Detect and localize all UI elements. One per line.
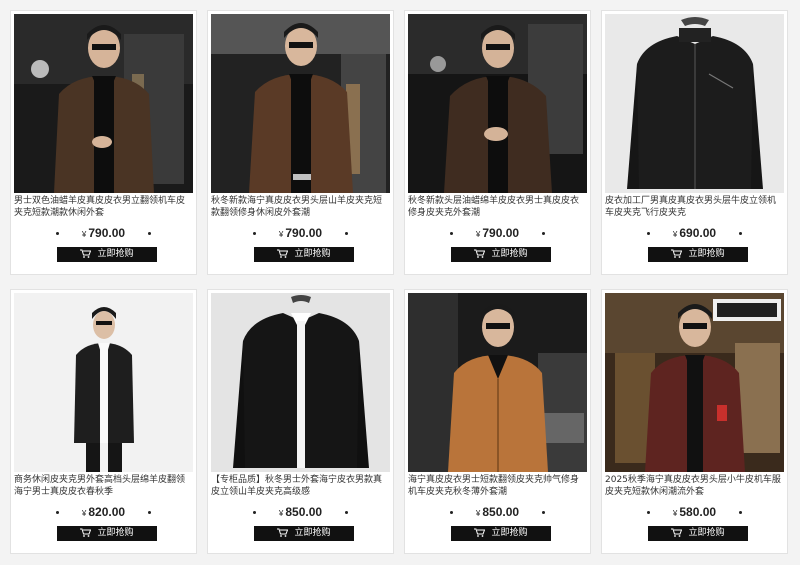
cart-icon xyxy=(474,528,486,537)
buy-now-button[interactable]: 立即抢购 xyxy=(254,526,354,541)
product-image[interactable] xyxy=(408,14,587,193)
cart-icon xyxy=(80,249,92,258)
bullet-dot xyxy=(542,511,545,514)
product-image[interactable] xyxy=(408,293,587,472)
product-card[interactable]: 商务休闲皮夹克男外套高档头层绵羊皮翻领海宁男士真皮皮衣春秋季 ¥820.00 立… xyxy=(10,289,197,554)
price-value: 790.00 xyxy=(482,226,520,240)
buy-now-label: 立即抢购 xyxy=(491,528,528,538)
currency-symbol: ¥ xyxy=(278,509,284,518)
bullet-dot xyxy=(739,511,742,514)
product-title[interactable]: 皮衣加工厂男真皮真皮衣男头层牛皮立领机车皮夹克飞行皮夹克 xyxy=(605,195,784,219)
currency-symbol: ¥ xyxy=(475,230,481,239)
product-price: ¥790.00 xyxy=(11,226,196,240)
cart-icon xyxy=(277,249,289,258)
product-image[interactable] xyxy=(211,14,390,193)
product-card[interactable]: 皮衣加工厂男真皮真皮衣男头层牛皮立领机车皮夹克飞行皮夹克 ¥690.00 立即抢… xyxy=(601,10,788,275)
product-image[interactable] xyxy=(211,293,390,472)
product-price: ¥850.00 xyxy=(405,505,590,519)
product-card[interactable]: 秋冬新款头层油蜡绵羊皮皮衣男士真皮皮衣修身皮夹克外套潮 ¥790.00 立即抢购 xyxy=(404,10,591,275)
price-value: 850.00 xyxy=(285,505,323,519)
buy-now-label: 立即抢购 xyxy=(688,528,725,538)
product-price: ¥790.00 xyxy=(405,226,590,240)
leather-jacket-photo xyxy=(408,14,587,193)
product-price: ¥790.00 xyxy=(208,226,393,240)
product-card[interactable]: 男士双色油蜡羊皮真皮皮衣男立翻领机车皮夹克短款潮款休闲外套 ¥790.00 立即… xyxy=(10,10,197,275)
buy-now-label: 立即抢购 xyxy=(97,249,134,259)
product-title[interactable]: 秋冬新款海宁真皮皮衣男头层山羊皮夹克短款翻领修身休闲皮外套潮 xyxy=(211,195,390,219)
bullet-dot xyxy=(345,232,348,235)
product-card[interactable]: 2025秋季海宁真皮皮衣男头层小牛皮机车服皮夹克短款休闲潮流外套 ¥580.00… xyxy=(601,289,788,554)
product-title[interactable]: 【专柜品质】秋冬男士外套海宁皮衣男款真皮立领山羊皮夹克高级感 xyxy=(211,474,390,498)
product-card[interactable]: 【专柜品质】秋冬男士外套海宁皮衣男款真皮立领山羊皮夹克高级感 ¥850.00 立… xyxy=(207,289,394,554)
product-price: ¥690.00 xyxy=(602,226,787,240)
leather-jacket-photo xyxy=(211,14,390,193)
product-title[interactable]: 商务休闲皮夹克男外套高档头层绵羊皮翻领海宁男士真皮皮衣春秋季 xyxy=(14,474,193,498)
price-value: 790.00 xyxy=(88,226,126,240)
price-value: 850.00 xyxy=(482,505,520,519)
product-title[interactable]: 秋冬新款头层油蜡绵羊皮皮衣男士真皮皮衣修身皮夹克外套潮 xyxy=(408,195,587,219)
leather-jacket-photo xyxy=(211,293,390,472)
price-row: ¥580.00 xyxy=(602,505,787,521)
buy-now-label: 立即抢购 xyxy=(688,249,725,259)
buy-now-label: 立即抢购 xyxy=(97,528,134,538)
currency-symbol: ¥ xyxy=(672,230,678,239)
cart-icon xyxy=(671,249,683,258)
product-image[interactable] xyxy=(605,14,784,193)
product-title[interactable]: 2025秋季海宁真皮皮衣男头层小牛皮机车服皮夹克短款休闲潮流外套 xyxy=(605,474,784,498)
leather-jacket-photo xyxy=(14,293,193,472)
price-row: ¥790.00 xyxy=(11,226,196,242)
bullet-dot xyxy=(739,232,742,235)
buy-now-button[interactable]: 立即抢购 xyxy=(648,247,748,262)
cart-icon xyxy=(671,528,683,537)
buy-now-label: 立即抢购 xyxy=(491,249,528,259)
product-price: ¥850.00 xyxy=(208,505,393,519)
cart-icon xyxy=(277,528,289,537)
product-price: ¥580.00 xyxy=(602,505,787,519)
bullet-dot xyxy=(148,511,151,514)
price-value: 580.00 xyxy=(679,505,717,519)
bullet-dot xyxy=(345,511,348,514)
buy-now-button[interactable]: 立即抢购 xyxy=(648,526,748,541)
price-row: ¥850.00 xyxy=(405,505,590,521)
bullet-dot xyxy=(148,232,151,235)
price-row: ¥790.00 xyxy=(208,226,393,242)
currency-symbol: ¥ xyxy=(81,230,87,239)
buy-now-button[interactable]: 立即抢购 xyxy=(451,526,551,541)
currency-symbol: ¥ xyxy=(81,509,87,518)
product-card[interactable]: 秋冬新款海宁真皮皮衣男头层山羊皮夹克短款翻领修身休闲皮外套潮 ¥790.00 立… xyxy=(207,10,394,275)
leather-jacket-photo xyxy=(14,14,193,193)
product-image[interactable] xyxy=(605,293,784,472)
buy-now-label: 立即抢购 xyxy=(294,249,331,259)
product-title[interactable]: 海宁真皮皮衣男士短款翻领皮夹克帅气修身机车皮夹克秋冬薄外套潮 xyxy=(408,474,587,498)
price-row: ¥690.00 xyxy=(602,226,787,242)
price-row: ¥820.00 xyxy=(11,505,196,521)
price-value: 690.00 xyxy=(679,226,717,240)
product-title[interactable]: 男士双色油蜡羊皮真皮皮衣男立翻领机车皮夹克短款潮款休闲外套 xyxy=(14,195,193,219)
buy-now-label: 立即抢购 xyxy=(294,528,331,538)
currency-symbol: ¥ xyxy=(278,230,284,239)
price-row: ¥790.00 xyxy=(405,226,590,242)
buy-now-button[interactable]: 立即抢购 xyxy=(57,526,157,541)
product-card[interactable]: 海宁真皮皮衣男士短款翻领皮夹克帅气修身机车皮夹克秋冬薄外套潮 ¥850.00 立… xyxy=(404,289,591,554)
buy-now-button[interactable]: 立即抢购 xyxy=(451,247,551,262)
bullet-dot xyxy=(542,232,545,235)
currency-symbol: ¥ xyxy=(475,509,481,518)
product-image[interactable] xyxy=(14,293,193,472)
buy-now-button[interactable]: 立即抢购 xyxy=(254,247,354,262)
product-image[interactable] xyxy=(14,14,193,193)
buy-now-button[interactable]: 立即抢购 xyxy=(57,247,157,262)
leather-jacket-photo xyxy=(605,293,784,472)
leather-jacket-photo xyxy=(605,14,784,193)
price-row: ¥850.00 xyxy=(208,505,393,521)
leather-jacket-photo xyxy=(408,293,587,472)
cart-icon xyxy=(80,528,92,537)
price-value: 820.00 xyxy=(88,505,126,519)
cart-icon xyxy=(474,249,486,258)
product-price: ¥820.00 xyxy=(11,505,196,519)
currency-symbol: ¥ xyxy=(672,509,678,518)
product-grid: 男士双色油蜡羊皮真皮皮衣男立翻领机车皮夹克短款潮款休闲外套 ¥790.00 立即… xyxy=(10,10,788,554)
price-value: 790.00 xyxy=(285,226,323,240)
